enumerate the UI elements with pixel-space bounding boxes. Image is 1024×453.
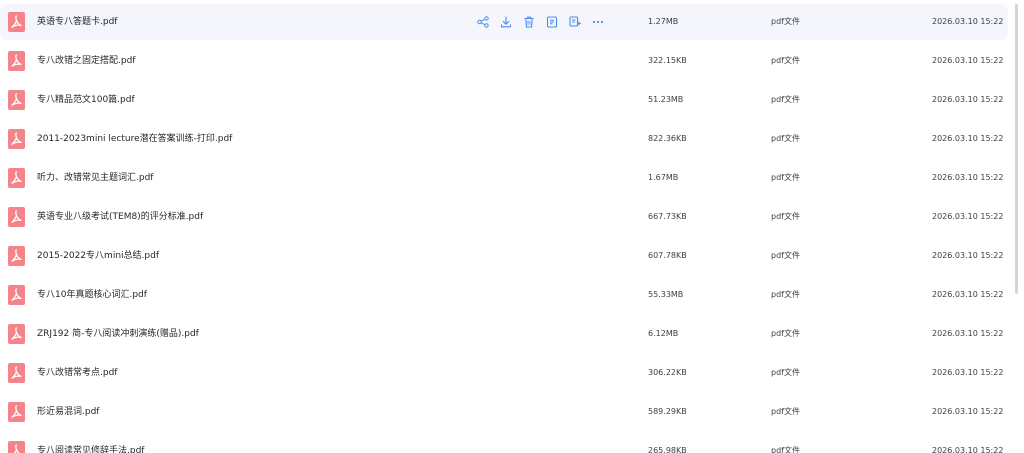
file-name[interactable]: 2011-2023mini lecture潜在答案训练-打印.pdf: [37, 121, 232, 157]
pdf-file-icon: [8, 90, 25, 110]
file-size: 51.23MB: [648, 95, 684, 104]
file-date: 2026.03.10 15:22: [932, 251, 1004, 260]
pdf-file-icon: [8, 285, 25, 305]
file-row[interactable]: 专八精品范文100篇.pdf 51.23MB pdf文件 2026.03.10 …: [0, 82, 1008, 118]
file-size: 607.78KB: [648, 251, 687, 260]
file-type: pdf文件: [771, 212, 800, 221]
file-name[interactable]: 听力、改错常见主题词汇.pdf: [37, 160, 153, 196]
file-type: pdf文件: [771, 173, 800, 182]
file-type: pdf文件: [771, 56, 800, 65]
scrollbar-thumb[interactable]: [1015, 4, 1018, 294]
download-icon[interactable]: [499, 15, 513, 29]
file-row[interactable]: 形近易混词.pdf 589.29KB pdf文件 2026.03.10 15:2…: [0, 394, 1008, 430]
file-type: pdf文件: [771, 134, 800, 143]
file-row[interactable]: 专八10年真题核心词汇.pdf 55.33MB pdf文件 2026.03.10…: [0, 277, 1008, 313]
file-name[interactable]: 专八精品范文100篇.pdf: [37, 82, 135, 118]
pdf-file-icon: [8, 12, 25, 32]
file-size: 589.29KB: [648, 407, 687, 416]
file-name[interactable]: ZRJ192 简-专八阅读冲刺演练(赠品).pdf: [37, 316, 199, 352]
file-name[interactable]: 形近易混词.pdf: [37, 394, 99, 430]
delete-icon[interactable]: [522, 15, 536, 29]
file-date: 2026.03.10 15:22: [932, 446, 1004, 453]
file-row[interactable]: 英语专业八级考试(TEM8)的评分标准.pdf 667.73KB pdf文件 2…: [0, 199, 1008, 235]
file-type: pdf文件: [771, 407, 800, 416]
file-date: 2026.03.10 15:22: [932, 290, 1004, 299]
pdf-file-icon: [8, 129, 25, 149]
pdf-file-icon: [8, 207, 25, 227]
file-date: 2026.03.10 15:22: [932, 95, 1004, 104]
file-type: pdf文件: [771, 368, 800, 377]
file-size: 265.98KB: [648, 446, 687, 453]
file-size: 6.12MB: [648, 329, 679, 338]
file-type: pdf文件: [771, 251, 800, 260]
file-row[interactable]: 专八阅读常见修辞手法.pdf 265.98KB pdf文件 2026.03.10…: [0, 433, 1008, 453]
pdf-file-icon: [8, 324, 25, 344]
file-date: 2026.03.10 15:22: [932, 212, 1004, 221]
file-name[interactable]: 2015-2022专八mini总结.pdf: [37, 238, 159, 274]
file-date: 2026.03.10 15:22: [932, 134, 1004, 143]
vertical-scrollbar[interactable]: [1010, 0, 1024, 453]
file-name[interactable]: 英语专业八级考试(TEM8)的评分标准.pdf: [37, 199, 203, 235]
file-size: 1.67MB: [648, 173, 679, 182]
file-row[interactable]: 听力、改错常见主题词汇.pdf 1.67MB pdf文件 2026.03.10 …: [0, 160, 1008, 196]
more-icon[interactable]: [591, 15, 605, 29]
file-row[interactable]: 英语专八答题卡.pdf 1.27MB pdf文件 2026.03.10 15:2…: [0, 4, 1008, 40]
file-row[interactable]: ZRJ192 简-专八阅读冲刺演练(赠品).pdf 6.12MB pdf文件 2…: [0, 316, 1008, 352]
details-icon[interactable]: [545, 15, 559, 29]
file-date: 2026.03.10 15:22: [932, 407, 1004, 416]
file-row[interactable]: 2015-2022专八mini总结.pdf 607.78KB pdf文件 202…: [0, 238, 1008, 274]
file-name[interactable]: 专八改错常考点.pdf: [37, 355, 117, 391]
file-date: 2026.03.10 15:22: [932, 56, 1004, 65]
file-name[interactable]: 专八阅读常见修辞手法.pdf: [37, 433, 144, 453]
file-date: 2026.03.10 15:22: [932, 17, 1004, 26]
file-row[interactable]: 2011-2023mini lecture潜在答案训练-打印.pdf 822.3…: [0, 121, 1008, 157]
file-size: 1.27MB: [648, 17, 679, 26]
file-date: 2026.03.10 15:22: [932, 329, 1004, 338]
pdf-file-icon: [8, 363, 25, 383]
move-icon[interactable]: [568, 15, 582, 29]
file-row[interactable]: 专八改错常考点.pdf 306.22KB pdf文件 2026.03.10 15…: [0, 355, 1008, 391]
file-date: 2026.03.10 15:22: [932, 368, 1004, 377]
file-type: pdf文件: [771, 329, 800, 338]
file-size: 667.73KB: [648, 212, 687, 221]
pdf-file-icon: [8, 402, 25, 422]
file-name[interactable]: 英语专八答题卡.pdf: [37, 4, 117, 40]
file-date: 2026.03.10 15:22: [932, 173, 1004, 182]
file-type: pdf文件: [771, 446, 800, 453]
share-icon[interactable]: [476, 15, 490, 29]
file-list: 英语专八答题卡.pdf 1.27MB pdf文件 2026.03.10 15:2…: [0, 0, 1010, 453]
file-size: 306.22KB: [648, 368, 687, 377]
pdf-file-icon: [8, 441, 25, 453]
file-size: 822.36KB: [648, 134, 687, 143]
pdf-file-icon: [8, 51, 25, 71]
file-size: 55.33MB: [648, 290, 684, 299]
file-size: 322.15KB: [648, 56, 687, 65]
row-actions: [476, 15, 605, 29]
file-name[interactable]: 专八改错之固定搭配.pdf: [37, 43, 135, 79]
file-type: pdf文件: [771, 290, 800, 299]
file-row[interactable]: 专八改错之固定搭配.pdf 322.15KB pdf文件 2026.03.10 …: [0, 43, 1008, 79]
file-type: pdf文件: [771, 17, 800, 26]
file-name[interactable]: 专八10年真题核心词汇.pdf: [37, 277, 147, 313]
pdf-file-icon: [8, 168, 25, 188]
pdf-file-icon: [8, 246, 25, 266]
file-type: pdf文件: [771, 95, 800, 104]
